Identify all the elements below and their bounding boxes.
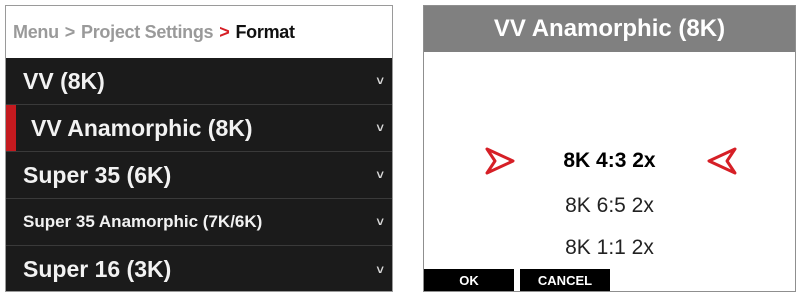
format-item-super35-6k[interactable]: Super 35 (6K) ˅ <box>6 152 392 199</box>
format-item-vv-anamorphic-8k[interactable]: VV Anamorphic (8K) ˅ <box>6 105 392 152</box>
breadcrumb-current: Format <box>235 21 295 42</box>
option-item-selected[interactable]: 8K 4:3 2x <box>424 149 795 173</box>
dialog-buttons: OK CANCEL <box>424 269 616 291</box>
chevron-down-icon: ˅ <box>376 167 384 183</box>
chevron-down-icon: ˅ <box>376 120 384 136</box>
chevron-down-icon: ˅ <box>376 262 384 277</box>
chevron-down-icon: ˅ <box>376 73 384 89</box>
breadcrumb-separator-active: > <box>219 21 230 42</box>
format-item-super35-anamorphic[interactable]: Super 35 Anamorphic (7K/6K) ˅ <box>6 199 392 246</box>
format-list: VV (8K) ˅ VV Anamorphic (8K) ˅ Super 35 … <box>6 58 392 291</box>
option-item[interactable]: 8K 6:5 2x <box>424 194 795 218</box>
dialog-title: VV Anamorphic (8K) <box>424 6 795 52</box>
format-menu-panel: Menu > Project Settings > Format VV (8K)… <box>5 5 393 292</box>
format-dialog: VV Anamorphic (8K) 8K 4:3 2x 8K 6:5 2x 8… <box>423 5 796 292</box>
format-item-label: Super 35 Anamorphic (7K/6K) <box>23 212 263 231</box>
format-item-label: Super 16 (3K) <box>23 256 172 282</box>
selection-indicator <box>6 105 16 151</box>
format-item-label: VV Anamorphic (8K) <box>31 114 253 141</box>
format-item-label: Super 35 (6K) <box>23 161 172 188</box>
format-item-vv-8k[interactable]: VV (8K) ˅ <box>6 58 392 105</box>
arrow-left-outline-icon[interactable] <box>706 146 738 176</box>
chevron-down-icon: ˅ <box>376 214 384 230</box>
breadcrumb-project-settings[interactable]: Project Settings <box>81 22 214 43</box>
format-item-label: VV (8K) <box>23 67 105 94</box>
cancel-button[interactable]: CANCEL <box>520 269 610 291</box>
breadcrumb-menu[interactable]: Menu <box>13 22 59 43</box>
option-item[interactable]: 8K 1:1 2x <box>424 236 795 260</box>
breadcrumb-separator: > <box>64 21 76 42</box>
breadcrumb: Menu > Project Settings > Format <box>6 6 392 58</box>
format-item-super16-3k[interactable]: Super 16 (3K) ˅ <box>6 246 392 291</box>
ok-button[interactable]: OK <box>424 269 514 291</box>
